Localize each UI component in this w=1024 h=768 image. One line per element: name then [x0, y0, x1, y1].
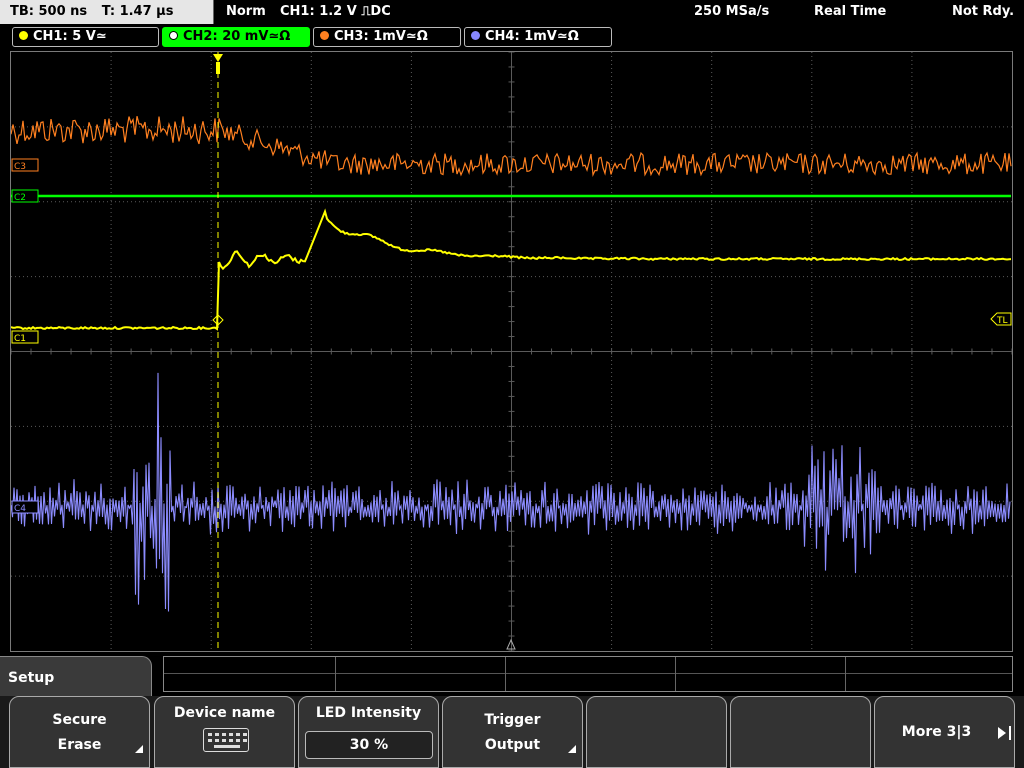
ch2-offset-marker[interactable]: C2 [11, 189, 39, 203]
trigger-setting[interactable]: CH1: 1.2 V ⎍DC [280, 4, 391, 19]
channel-label: CH1: 5 V≃ [33, 29, 107, 44]
ch4-offset-marker[interactable]: C4 [11, 500, 39, 514]
svg-text:C2: C2 [14, 193, 26, 203]
softkey-label: Secure [52, 712, 107, 728]
menu-title: Setup [0, 656, 152, 696]
channel-tab-ch1[interactable]: CH1: 5 V≃ [12, 27, 159, 47]
submenu-indicator-icon [568, 745, 576, 753]
softkey-label: Output [484, 737, 541, 753]
empty-softkey-5[interactable] [586, 696, 727, 768]
trigger-mode[interactable]: Norm [226, 4, 266, 19]
svg-text:C3: C3 [14, 162, 26, 172]
trigger-time-value: T: 1.47 µs [101, 4, 174, 19]
channel-tab-ch4[interactable]: CH4: 1mV≃Ω [464, 27, 612, 47]
channel-dot-icon [320, 31, 329, 40]
channel-dot-icon [169, 31, 178, 40]
softkey-label: Device name [173, 705, 276, 721]
acquisition-status: Not Rdy. [952, 4, 1015, 19]
svg-text:TL: TL [996, 316, 1008, 326]
softkey-bar: Secure Erase Device name LED Intensity 3… [0, 696, 1024, 768]
channel-label: CH3: 1mV≃Ω [334, 29, 428, 44]
led-intensity-value[interactable]: 30 % [305, 731, 433, 759]
channel-dot-icon [19, 31, 28, 40]
softkey-label: Erase [57, 737, 102, 753]
ch1-offset-marker[interactable]: C1 [11, 330, 39, 344]
channel-tab-ch3[interactable]: CH3: 1mV≃Ω [313, 27, 461, 47]
channel-dot-icon [471, 31, 480, 40]
keyboard-icon [203, 728, 249, 752]
zoom-overview [163, 656, 1013, 692]
svg-text:C1: C1 [14, 334, 26, 344]
sample-rate: 250 MSa/s [694, 4, 770, 19]
softkey-label: More 3|3 [901, 724, 972, 740]
channel-tabs: CH1: 5 V≃ CH2: 20 mV≃Ω CH3: 1mV≃Ω CH4: 1… [0, 26, 1024, 48]
ch3-offset-marker[interactable]: C3 [11, 158, 39, 172]
status-bar: TB: 500 ns T: 1.47 µs Norm CH1: 1.2 V ⎍D… [0, 0, 1024, 24]
waveform-canvas: C3 C2 C1 C4 TL [11, 52, 1012, 651]
acquisition-mode[interactable]: Real Time [814, 4, 886, 19]
trigger-level-marker[interactable]: TL [990, 312, 1012, 326]
softkey-label: LED Intensity [315, 705, 422, 721]
trigger-output-button[interactable]: Trigger Output [442, 696, 583, 768]
channel-label: CH2: 20 mV≃Ω [183, 29, 291, 44]
channel-label: CH4: 1mV≃Ω [485, 29, 579, 44]
device-name-button[interactable]: Device name [154, 696, 295, 768]
graticule [11, 52, 1012, 651]
empty-softkey-6[interactable] [730, 696, 871, 768]
led-intensity-button[interactable]: LED Intensity 30 % [298, 696, 439, 768]
secure-erase-button[interactable]: Secure Erase [9, 696, 150, 768]
waveform-display[interactable]: C3 C2 C1 C4 TL [10, 51, 1013, 652]
more-button[interactable]: More 3|3 [874, 696, 1015, 768]
submenu-indicator-icon [135, 745, 143, 753]
svg-text:C4: C4 [14, 504, 26, 514]
timebase-value: TB: 500 ns [10, 4, 88, 19]
next-page-icon [998, 727, 1006, 739]
menu-area: Setup Secure Erase Device name LED Inten… [0, 656, 1024, 768]
timebase-box[interactable]: TB: 500 ns T: 1.47 µs [0, 0, 214, 24]
channel-tab-ch2[interactable]: CH2: 20 mV≃Ω [162, 27, 310, 47]
softkey-label: Trigger [484, 712, 541, 728]
